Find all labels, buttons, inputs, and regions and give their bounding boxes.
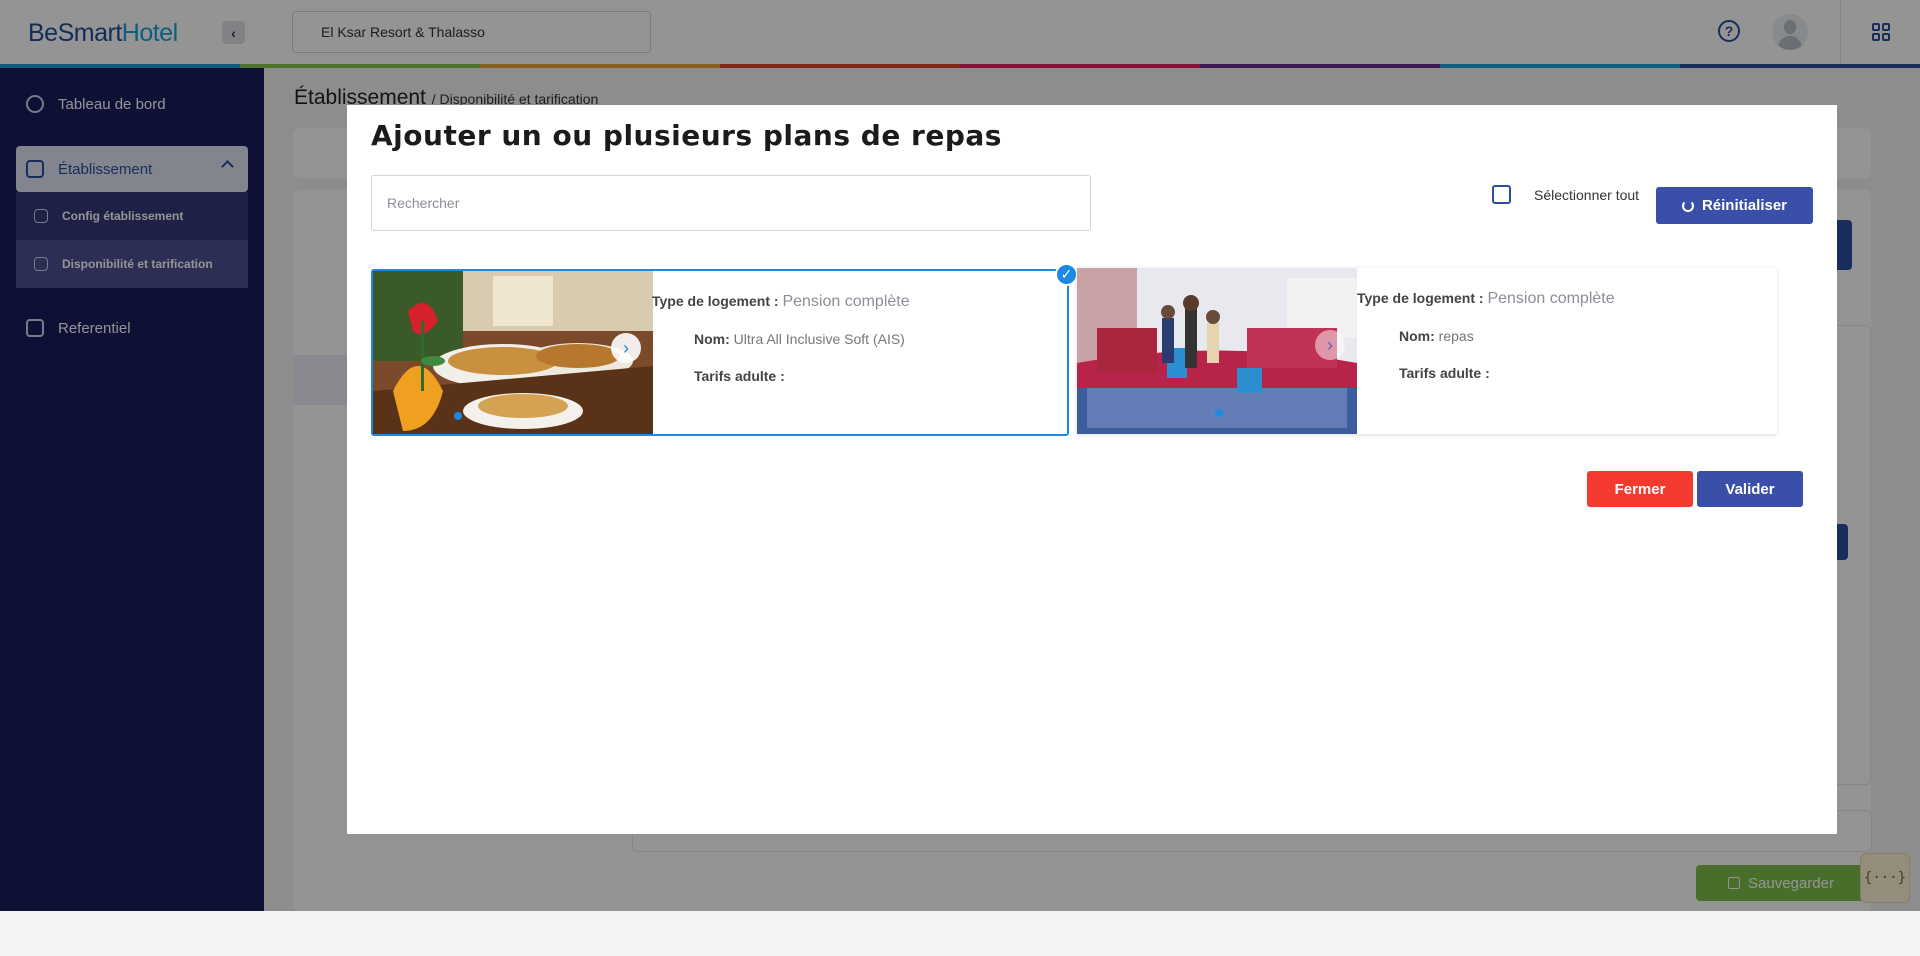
name-row: Nom: repas [1399, 328, 1474, 344]
next-image-arrow[interactable]: › [611, 333, 641, 363]
room-type-row: Type de logement : Pension complète [1357, 290, 1615, 307]
adult-rate-row: Tarifs adulte : [694, 368, 785, 384]
reset-button[interactable]: Réinitialiser [1656, 187, 1813, 224]
close-button[interactable]: Fermer [1587, 471, 1693, 507]
page-footer [0, 911, 1920, 956]
next-image-arrow[interactable]: › [1315, 330, 1345, 360]
meal-plan-image: › [373, 271, 653, 434]
carousel-dot[interactable] [454, 412, 462, 420]
adult-rate-row: Tarifs adulte : [1399, 365, 1490, 381]
modal-title: Ajouter un ou plusieurs plans de repas [371, 119, 1002, 152]
select-all-checkbox[interactable] [1492, 185, 1511, 204]
select-all[interactable]: Sélectionner tout [1492, 185, 1639, 204]
select-all-label: Sélectionner tout [1534, 186, 1640, 203]
name-row: Nom: Ultra All Inclusive Soft (AIS) [694, 331, 905, 347]
search-input[interactable] [371, 175, 1091, 231]
carousel-dot[interactable] [1215, 409, 1223, 417]
meal-plan-image: › [1077, 268, 1357, 434]
meal-plan-card[interactable]: › Type de logement : Pension complète No… [1077, 268, 1777, 434]
check-icon: ✓ [1055, 263, 1078, 286]
refresh-icon [1681, 199, 1694, 212]
room-type-row: Type de logement : Pension complète [652, 293, 910, 310]
validate-button[interactable]: Valider [1697, 471, 1803, 507]
meal-plan-card[interactable]: › Type de logement : Pension complète No… [371, 263, 1078, 436]
meal-plan-modal: Ajouter un ou plusieurs plans de repas S… [347, 105, 1837, 834]
